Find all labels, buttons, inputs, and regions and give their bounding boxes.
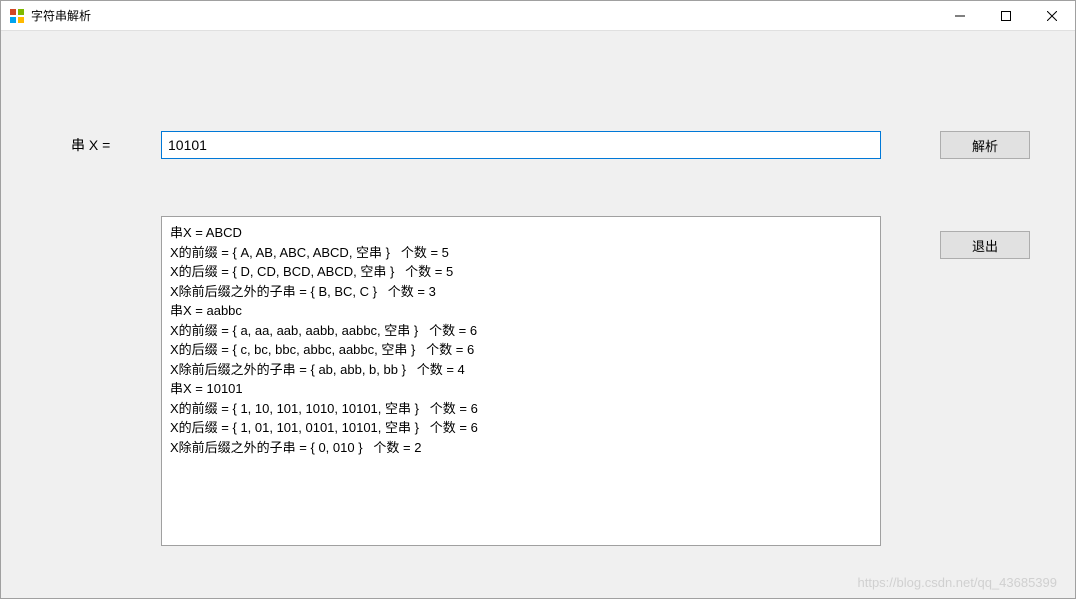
input-row: 串 X = (61, 131, 1035, 159)
label-x: 串 X = (61, 135, 161, 155)
titlebar-left: 字符串解析 (9, 7, 91, 24)
app-window: 字符串解析 串 X = 解析 退出 串X = ABCD X的前缀 = { A, … (0, 0, 1076, 599)
window-title: 字符串解析 (31, 7, 91, 24)
output-textbox[interactable]: 串X = ABCD X的前缀 = { A, AB, ABC, ABCD, 空串 … (161, 216, 881, 546)
minimize-button[interactable] (937, 1, 983, 30)
window-controls (937, 1, 1075, 30)
exit-button[interactable]: 退出 (940, 231, 1030, 259)
input-x[interactable] (161, 131, 881, 159)
client-area: 串 X = 解析 退出 串X = ABCD X的前缀 = { A, AB, AB… (1, 31, 1075, 598)
maximize-icon (1001, 11, 1011, 21)
maximize-button[interactable] (983, 1, 1029, 30)
close-icon (1047, 11, 1057, 21)
close-button[interactable] (1029, 1, 1075, 30)
minimize-icon (955, 11, 965, 21)
watermark-text: https://blog.csdn.net/qq_43685399 (858, 575, 1058, 590)
parse-button[interactable]: 解析 (940, 131, 1030, 159)
titlebar: 字符串解析 (1, 1, 1075, 31)
app-icon (9, 8, 25, 24)
